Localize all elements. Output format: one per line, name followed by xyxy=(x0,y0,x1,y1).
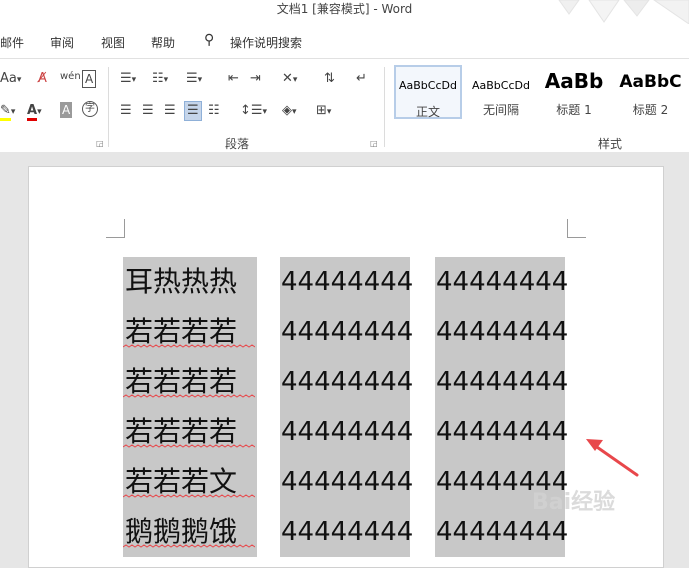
bullets-button[interactable]: ☰▾ xyxy=(120,71,136,88)
menu-review[interactable]: 审阅 xyxy=(50,34,74,51)
group-separator xyxy=(384,67,385,147)
text-line: 鹅鹅鹅饿 xyxy=(123,507,257,557)
text-line: 若若若若 xyxy=(123,407,257,457)
highlight-color-button[interactable]: ✎▾ xyxy=(0,103,15,121)
style-normal-sample: AaBbCcDd xyxy=(399,79,457,92)
number-line: 44444444 xyxy=(436,417,569,447)
lightbulb-icon[interactable]: ⚲ xyxy=(204,32,214,48)
menu-view[interactable]: 视图 xyxy=(101,34,125,51)
distributed-align-icon[interactable]: ☷ xyxy=(208,103,220,119)
phonetic-guide-label: wén xyxy=(60,71,81,82)
align-left-icon[interactable]: ☰ xyxy=(120,103,132,119)
font-color-button[interactable]: A▾ xyxy=(27,103,42,121)
margin-corner-top-left xyxy=(106,219,125,238)
number-line: 44444444 xyxy=(436,267,569,297)
style-no-spacing-name: 无间隔 xyxy=(482,103,519,117)
margin-corner-top-right xyxy=(567,219,586,238)
styles-group-label: 样式 xyxy=(598,137,623,151)
number-column-1[interactable]: 44444444 44444444 44444444 44444444 4444… xyxy=(280,257,414,557)
align-center-icon[interactable]: ☰ xyxy=(142,103,154,119)
window-title: 文档1 [兼容模式] - Word xyxy=(276,2,413,16)
text-line: 若若若若 xyxy=(123,357,257,407)
number-line: 44444444 xyxy=(281,267,414,297)
numbering-button[interactable]: ☷▾ xyxy=(152,71,168,88)
spelling-squiggle xyxy=(123,444,255,448)
menu-bar: 邮件 审阅 视图 帮助 ⚲ 操作说明搜索 xyxy=(0,24,689,58)
spelling-squiggle xyxy=(123,344,255,348)
style-heading-2-name: 标题 2 xyxy=(632,103,669,117)
style-heading-2-sample: AaBbC xyxy=(619,72,682,92)
justify-icon[interactable]: ☰ xyxy=(184,101,202,121)
tell-me-search[interactable]: 操作说明搜索 xyxy=(230,34,302,51)
paragraph-group-label: 段落 xyxy=(225,137,250,151)
watermark-text: Bai经验 xyxy=(532,490,616,515)
ribbon: Aa▾ A̸ wén A ✎▾ A▾ A 字 ◲ ☰▾ ☷▾ ☰▾ ⇤ ⇥ ✕▾… xyxy=(0,58,689,154)
red-arrow-annotation xyxy=(586,439,639,477)
style-no-spacing[interactable]: AaBbCcDd 无间隔 xyxy=(467,65,535,119)
shading-button[interactable]: ◈▾ xyxy=(282,103,297,120)
text-column[interactable]: 耳热热热 若若若若 若若若若 若若若若 若若若文 鹅鹅鹅饿 xyxy=(123,257,257,557)
line-spacing-button[interactable]: ↕☰▾ xyxy=(240,103,267,120)
style-normal[interactable]: AaBbCcDd 正文 xyxy=(394,65,462,119)
number-line: 44444444 xyxy=(281,317,414,347)
baidu-watermark: Bai经验 xyxy=(532,484,615,516)
number-line: 44444444 xyxy=(281,517,414,547)
align-right-icon[interactable]: ☰ xyxy=(164,103,176,119)
increase-indent-icon[interactable]: ⇥ xyxy=(250,71,261,87)
style-heading-1[interactable]: AaBb 标题 1 xyxy=(540,65,608,119)
number-line: 44444444 xyxy=(281,417,414,447)
style-no-spacing-sample: AaBbCcDd xyxy=(472,79,530,92)
phonetic-guide-icon[interactable]: wén xyxy=(60,69,81,85)
style-heading-2[interactable]: AaBbC 标题 2 xyxy=(612,65,689,119)
character-border-icon[interactable]: A xyxy=(82,70,97,88)
character-shading-icon[interactable]: A xyxy=(60,102,73,118)
number-line: 44444444 xyxy=(281,467,414,497)
style-normal-name: 正文 xyxy=(415,105,440,119)
title-bar: 文档1 [兼容模式] - Word xyxy=(0,0,689,25)
paragraph-dialog-launcher-icon[interactable]: ◲ xyxy=(370,139,378,148)
menu-mailings[interactable]: 邮件 xyxy=(0,34,24,51)
menu-help[interactable]: 帮助 xyxy=(151,34,175,51)
text-line: 耳热热热 xyxy=(123,257,257,307)
group-separator xyxy=(108,67,109,147)
text-line: 若若若若 xyxy=(123,307,257,357)
multilevel-list-button[interactable]: ☰▾ xyxy=(186,71,202,88)
change-case-button[interactable]: Aa▾ xyxy=(0,71,21,88)
style-heading-1-name: 标题 1 xyxy=(556,103,592,117)
number-line: 44444444 xyxy=(436,317,569,347)
enclose-characters-icon[interactable]: 字 xyxy=(82,101,98,117)
font-color-label: A xyxy=(27,103,38,121)
borders-button[interactable]: ⊞▾ xyxy=(316,103,331,120)
spelling-squiggle xyxy=(123,394,255,398)
show-marks-icon[interactable]: ↵ xyxy=(356,71,367,87)
font-dialog-launcher-icon[interactable]: ◲ xyxy=(96,139,104,148)
chinese-layout-button[interactable]: ✕▾ xyxy=(282,71,297,88)
spelling-squiggle xyxy=(123,494,255,498)
text-line: 若若若文 xyxy=(123,457,257,507)
spelling-squiggle xyxy=(123,544,255,548)
text-line-content: 耳热热热 xyxy=(125,265,238,298)
style-heading-1-sample: AaBb xyxy=(544,69,604,93)
decrease-indent-icon[interactable]: ⇤ xyxy=(228,71,239,87)
change-case-label: Aa xyxy=(0,71,17,86)
text-line-content: 鹅鹅鹅饿 xyxy=(125,515,238,548)
number-line: 44444444 xyxy=(436,367,569,397)
sort-icon[interactable]: ⇅ xyxy=(324,71,335,87)
number-line: 44444444 xyxy=(281,367,414,397)
clear-formatting-icon[interactable]: A̸ xyxy=(38,71,47,87)
